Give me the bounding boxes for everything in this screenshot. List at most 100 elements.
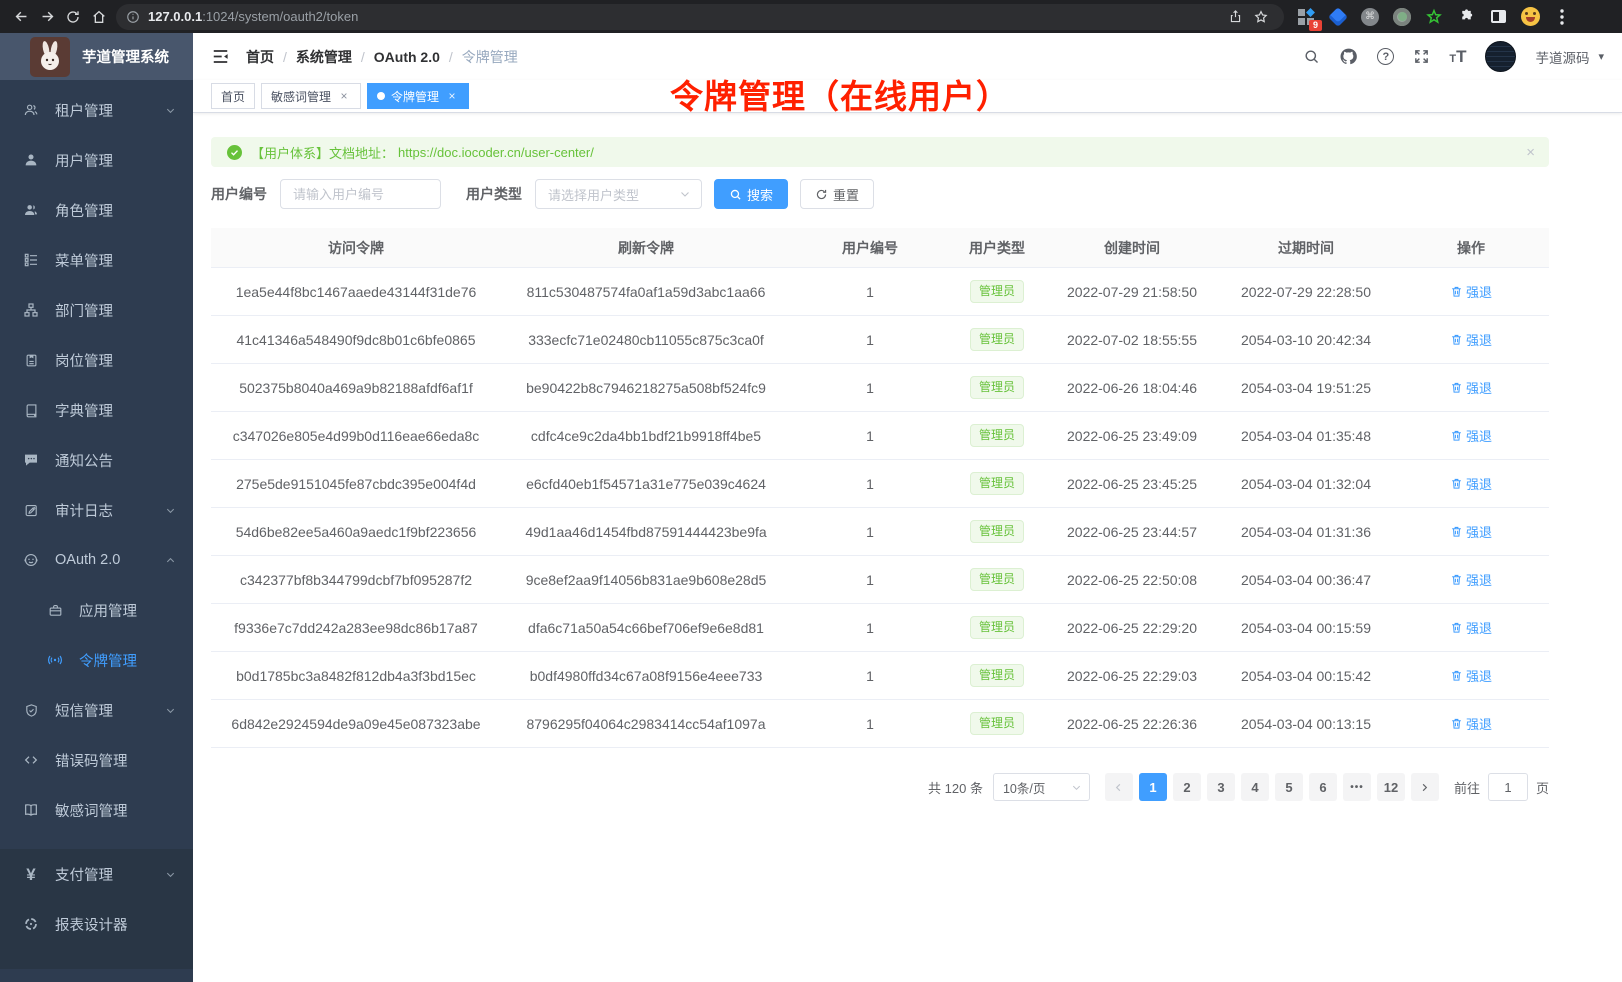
extension-grid-icon[interactable]: 9 (1296, 7, 1316, 27)
sidebar-item-error-code[interactable]: 错误码管理 (0, 735, 193, 785)
create-time-cell: 2022-07-02 18:55:55 (1045, 332, 1219, 348)
chevron-down-icon (679, 188, 691, 200)
create-time-cell: 2022-06-25 23:49:09 (1045, 428, 1219, 444)
search-button[interactable]: 搜索 (714, 179, 788, 209)
logo-bar[interactable]: 芋道管理系统 (0, 33, 193, 80)
page-button-2[interactable]: 2 (1173, 773, 1201, 801)
sidebar-item-user[interactable]: 用户管理 (0, 135, 193, 185)
tab-token-management[interactable]: 令牌管理 × (367, 83, 469, 109)
bookmark-star-icon[interactable] (1248, 4, 1274, 30)
profile-emoji-icon[interactable] (1520, 7, 1540, 27)
page-content: 【用户体系】文档地址： https://doc.iocoder.cn/user-… (211, 137, 1549, 801)
extension-circle-icon[interactable]: ⌘ (1360, 7, 1380, 27)
url-text: 127.0.0.1:1024/system/oauth2/token (148, 9, 1222, 24)
page-size-select[interactable]: 10条/页 (993, 773, 1090, 801)
forward-icon[interactable] (34, 4, 60, 30)
sidebar-item-oauth-app[interactable]: 应用管理 (0, 585, 193, 635)
force-logout-button[interactable]: 强退 (1450, 426, 1492, 445)
reload-icon[interactable] (60, 4, 86, 30)
site-info-icon[interactable] (126, 10, 140, 24)
collapse-sidebar-icon[interactable] (211, 47, 230, 66)
username[interactable]: 芋道源码 (1535, 47, 1589, 67)
browser-toolbar: 127.0.0.1:1024/system/oauth2/token 9 ⌘ (0, 0, 1622, 33)
help-icon[interactable]: ? (1377, 48, 1394, 65)
force-logout-button[interactable]: 强退 (1450, 330, 1492, 349)
extension-gem-icon[interactable] (1328, 7, 1348, 27)
sidebar-item-oauth-token[interactable]: 令牌管理 (0, 635, 193, 685)
font-size-icon[interactable]: TT (1449, 48, 1466, 65)
force-logout-button[interactable]: 强退 (1450, 474, 1492, 493)
fullscreen-icon[interactable] (1413, 48, 1430, 65)
user-id-label: 用户编号 (211, 184, 267, 204)
action-cell: 强退 (1393, 330, 1549, 349)
alert-close-icon[interactable]: × (1526, 144, 1535, 161)
puzzle-extensions-icon[interactable] (1456, 7, 1476, 27)
user-avatar[interactable] (1485, 41, 1516, 72)
force-logout-button[interactable]: 强退 (1450, 378, 1492, 397)
back-icon[interactable] (8, 4, 34, 30)
close-tab-icon[interactable]: × (445, 89, 459, 103)
user-type-select[interactable]: 请选择用户类型 (535, 179, 702, 209)
page-button-5[interactable]: 5 (1275, 773, 1303, 801)
search-icon[interactable] (1303, 48, 1320, 65)
github-icon[interactable] (1339, 47, 1358, 66)
table-row: f9336e7c7dd242a283ee98dc86b17a87 dfa6c71… (211, 604, 1549, 652)
sidebar-item-notice[interactable]: 通知公告 (0, 435, 193, 485)
user-type-label: 用户类型 (466, 184, 522, 204)
expire-time-cell: 2054-03-04 00:15:59 (1219, 620, 1393, 636)
user-id-input[interactable] (280, 179, 441, 209)
sidebar-item-tenant[interactable]: 租户管理 (0, 85, 193, 135)
caret-down-icon[interactable]: ▾ (1598, 50, 1604, 63)
sidebar-item-audit-log[interactable]: 审计日志 (0, 485, 193, 535)
sidebar-item-sms[interactable]: 短信管理 (0, 685, 193, 735)
table-row: 502375b8040a469a9b82188afdf6af1f be90422… (211, 364, 1549, 412)
access-token-cell: c347026e805e4d99b0d116eae66eda8c (211, 428, 501, 444)
prev-page-button[interactable] (1105, 773, 1133, 801)
force-logout-button[interactable]: 强退 (1450, 282, 1492, 301)
tab-home[interactable]: 首页 (211, 83, 255, 109)
user-type-badge: 管理员 (970, 664, 1024, 687)
share-icon[interactable] (1222, 4, 1248, 30)
force-logout-button[interactable]: 强退 (1450, 714, 1492, 733)
page-button-4[interactable]: 4 (1241, 773, 1269, 801)
force-logout-button[interactable]: 强退 (1450, 666, 1492, 685)
goto-page: 前往 页 (1454, 773, 1549, 801)
sidebar-item-pay[interactable]: ¥ 支付管理 (0, 849, 193, 899)
sidebar-item-post[interactable]: 岗位管理 (0, 335, 193, 385)
split-window-icon[interactable] (1488, 7, 1508, 27)
chevron-down-icon (165, 505, 176, 516)
breadcrumb-home[interactable]: 首页 (246, 47, 274, 67)
force-logout-button[interactable]: 强退 (1450, 570, 1492, 589)
force-logout-button[interactable]: 强退 (1450, 618, 1492, 637)
table-row: 41c41346a548490f9dc8b01c6bfe0865 333ecfc… (211, 316, 1549, 364)
red-annotation-title: 令牌管理（在线用户） (670, 70, 1010, 118)
sidebar-item-dept[interactable]: 部门管理 (0, 285, 193, 335)
tab-sensitive-words[interactable]: 敏感词管理 × (261, 83, 361, 109)
sidebar-item-role[interactable]: 角色管理 (0, 185, 193, 235)
sidebar-item-menu[interactable]: 菜单管理 (0, 235, 193, 285)
sidebar-item-sensitive-words[interactable]: 敏感词管理 (0, 785, 193, 835)
sidebar-item-oauth[interactable]: OAuth 2.0 (0, 535, 193, 585)
doc-link[interactable]: https://doc.iocoder.cn/user-center/ (398, 145, 594, 160)
reset-button[interactable]: 重置 (800, 179, 874, 209)
extension-dot-icon[interactable] (1392, 7, 1412, 27)
home-icon[interactable] (86, 4, 112, 30)
sidebar-item-dict[interactable]: 字典管理 (0, 385, 193, 435)
force-logout-button[interactable]: 强退 (1450, 522, 1492, 541)
breadcrumb-oauth[interactable]: OAuth 2.0 (374, 49, 440, 65)
page-button-1[interactable]: 1 (1139, 773, 1167, 801)
goto-page-input[interactable] (1488, 773, 1528, 801)
table-row: 6d842e2924594de9a09e45e087323abe 8796295… (211, 700, 1549, 748)
page-button-3[interactable]: 3 (1207, 773, 1235, 801)
close-tab-icon[interactable]: × (337, 89, 351, 103)
sidebar-item-report-designer[interactable]: 报表设计器 (0, 899, 193, 949)
breadcrumb-system[interactable]: 系统管理 (296, 47, 352, 67)
page-button-6[interactable]: 6 (1309, 773, 1337, 801)
page-button-12[interactable]: 12 (1377, 773, 1405, 801)
browser-menu-icon[interactable] (1552, 7, 1572, 27)
extension-star-icon[interactable] (1424, 7, 1444, 27)
address-bar[interactable]: 127.0.0.1:1024/system/oauth2/token (116, 4, 1284, 30)
next-page-button[interactable] (1411, 773, 1439, 801)
more-pages-button[interactable]: ••• (1343, 773, 1371, 801)
create-time-cell: 2022-07-29 21:58:50 (1045, 284, 1219, 300)
